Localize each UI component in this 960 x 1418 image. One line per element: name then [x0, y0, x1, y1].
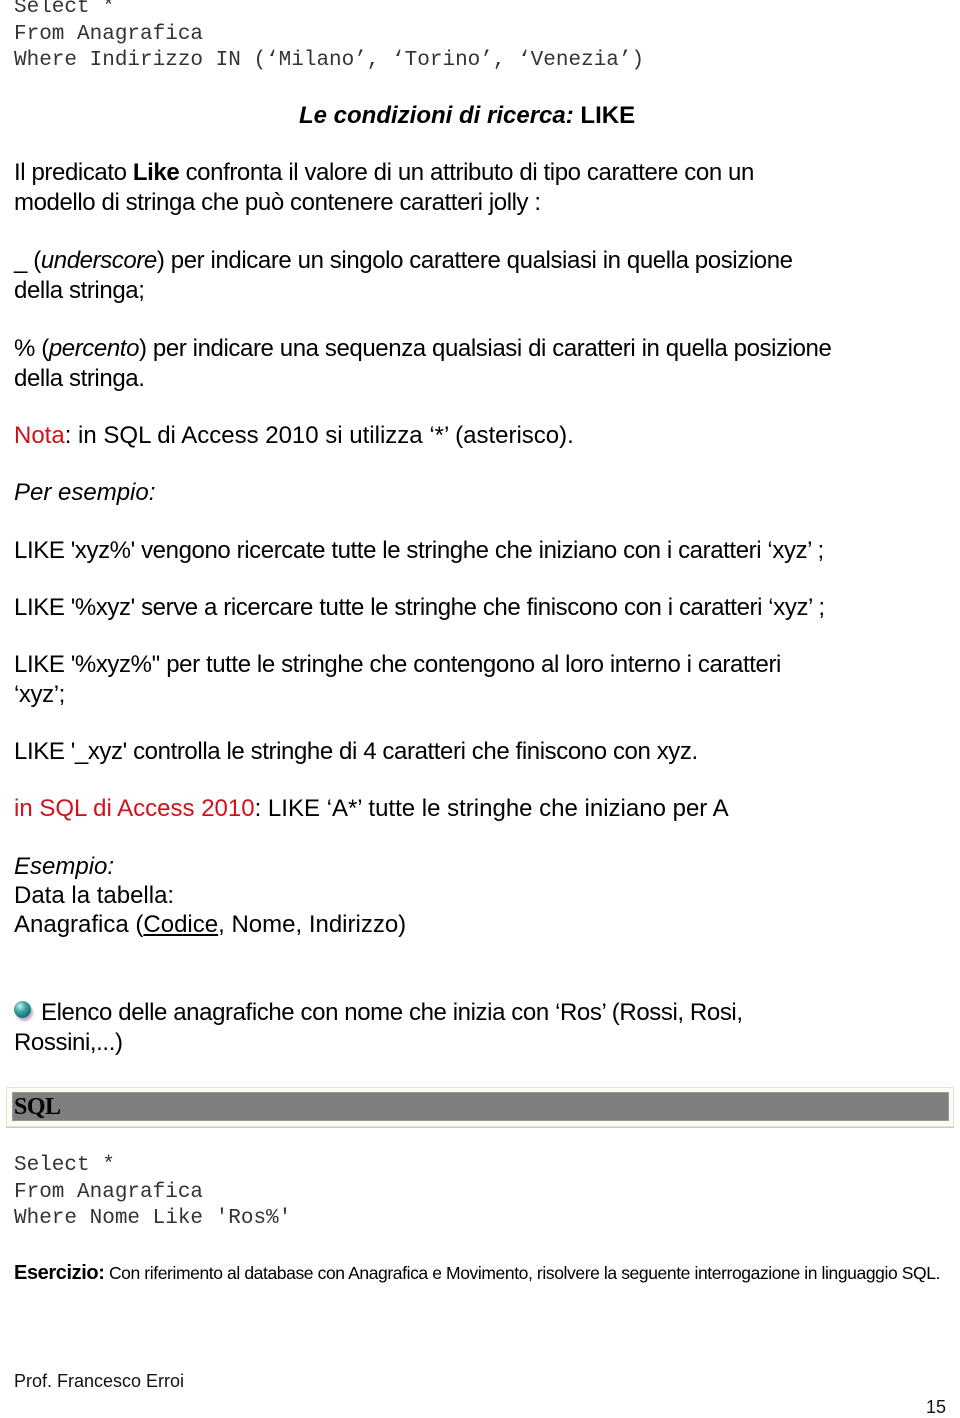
example-like-single-char: LIKE '_xyz' controlla le stringhe di 4 c…	[14, 738, 698, 765]
section-title-italic: Le condizioni di ricerca:	[299, 102, 574, 129]
per-esempio-heading: Per esempio:	[14, 479, 156, 506]
table-schema: Anagrafica (Codice, Nome, Indirizzo)	[14, 910, 406, 939]
text-line: della stringa.	[14, 365, 145, 392]
access-note: in SQL di Access 2010: LIKE ‘A*’ tutte l…	[14, 794, 729, 824]
esercizio-paragraph: Esercizio: Con riferimento al database c…	[14, 1261, 954, 1286]
code-line: From Anagrafica	[14, 1180, 204, 1204]
text-line: Data la tabella:	[14, 882, 175, 909]
text-line: LIKE '%xyz%'' per tutte le stringhe che …	[14, 651, 781, 678]
section-title: Le condizioni di ricerca: LIKE	[299, 102, 635, 130]
wildcard-symbol: _ (	[14, 247, 41, 274]
code-line: Select *	[14, 1154, 115, 1177]
code-block-top: Select * From Anagrafica Where Indirizzo…	[14, 0, 644, 75]
code-block-bottom: Select * From Anagrafica Where Nome Like…	[14, 1153, 291, 1233]
esempio-heading: Esempio:	[14, 853, 115, 880]
code-line: Where Indirizzo IN (‘Milano’, ‘Torino’, …	[14, 49, 645, 72]
wildcard-symbol: % (	[14, 335, 49, 362]
sql-header-bar-fill: SQL	[12, 1092, 949, 1121]
like-keyword: Like	[132, 159, 180, 186]
text-line: Elenco delle anagrafiche con nome che in…	[41, 999, 743, 1026]
esercizio-label: Esercizio:	[14, 1262, 105, 1284]
access-note-label: in SQL di Access 2010	[14, 795, 255, 822]
text-span: confronta il valore di un attributo di t…	[179, 159, 755, 186]
code-line: Select *	[14, 0, 115, 19]
text-span: Il predicato	[14, 159, 133, 186]
example-like-contains: LIKE '%xyz%'' per tutte le stringhe che …	[14, 650, 781, 710]
table-name: Anagrafica (	[14, 911, 144, 938]
sql-header-label: SQL	[14, 1094, 61, 1120]
text-line: Rossini,...)	[14, 1029, 123, 1056]
wildcard-percent: % (percento) per indicare una sequenza q…	[14, 334, 832, 394]
access-note-text: : LIKE ‘A*’ tutte le stringhe che inizia…	[254, 795, 729, 822]
esempio-block: Esempio: Data la tabella: Anagrafica (Co…	[14, 852, 406, 939]
text-line: modello di stringa che può contenere car…	[14, 189, 541, 216]
nota-label: Nota	[14, 422, 65, 449]
wildcard-description: ) per indicare una sequenza qualsiasi di…	[139, 335, 832, 362]
footer-author: Prof. Francesco Erroi	[14, 1371, 185, 1391]
code-line: Where Nome Like 'Ros%'	[14, 1207, 292, 1230]
page-number: 15	[925, 1397, 946, 1417]
primary-key-field: Codice	[143, 911, 219, 938]
esercizio-text: Con riferimento al database con Anagrafi…	[104, 1263, 941, 1283]
section-title-bold: LIKE	[580, 102, 636, 129]
wildcard-description: ) per indicare un singolo carattere qual…	[156, 247, 793, 274]
text-line: della stringa;	[14, 277, 145, 304]
sql-header-bar: SQL	[6, 1087, 954, 1127]
table-fields: , Nome, Indirizzo)	[218, 911, 407, 938]
text-line: ‘xyz’;	[14, 681, 65, 708]
nota-text: : in SQL di Access 2010 si utilizza ‘*’ …	[64, 422, 574, 449]
teal-sphere-bullet-icon	[14, 1001, 31, 1018]
code-line: From Anagrafica	[14, 22, 204, 46]
example-like-prefix: LIKE 'xyz%' vengono ricercate tutte le s…	[14, 537, 824, 564]
exercise-prompt: Elenco delle anagrafiche con nome che in…	[14, 998, 743, 1058]
wildcard-name: percento	[48, 335, 140, 362]
wildcard-underscore: _ (underscore) per indicare un singolo c…	[14, 246, 793, 306]
wildcard-name: underscore	[40, 247, 157, 274]
paragraph-like-intro: Il predicato Like confronta il valore di…	[14, 158, 754, 218]
example-like-suffix: LIKE '%xyz' serve a ricercare tutte le s…	[14, 594, 825, 621]
nota-paragraph: Nota: in SQL di Access 2010 si utilizza …	[14, 421, 574, 451]
